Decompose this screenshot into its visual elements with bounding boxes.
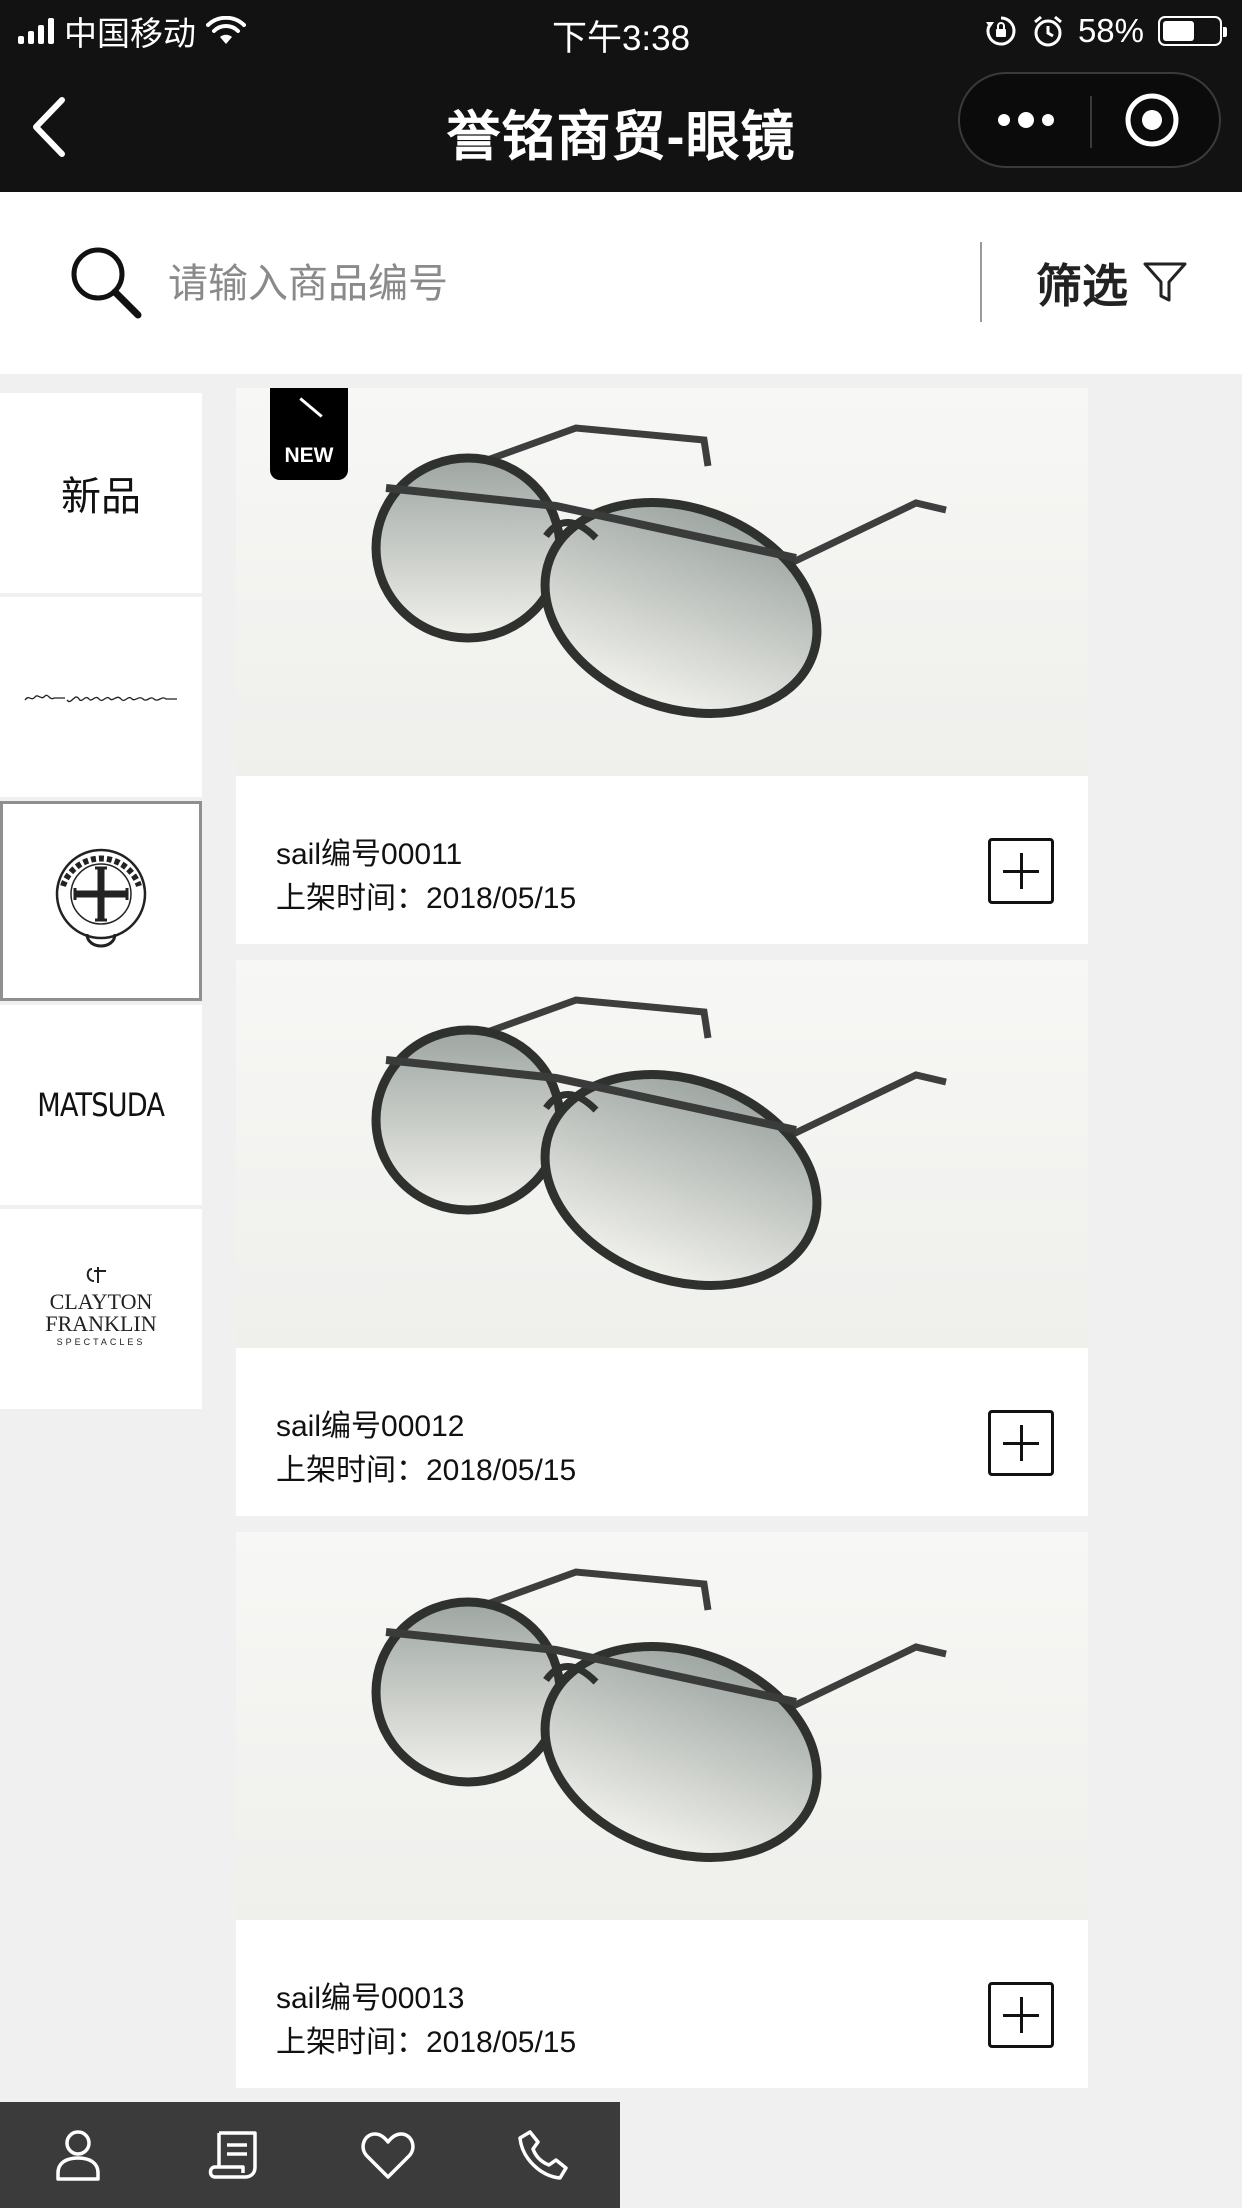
- product-info: sail编号00012 上架时间：2018/05/15: [276, 1405, 576, 1493]
- battery-icon: [1158, 16, 1227, 46]
- receipt-icon: [208, 2131, 257, 2179]
- product-code: sail编号00013: [276, 1982, 465, 2015]
- brand-sidebar: 新品 MATSUDA CLAYTON FRANKLIN SPECTACLES: [0, 393, 202, 1413]
- add-button[interactable]: [988, 1982, 1054, 2048]
- add-button[interactable]: [988, 1410, 1054, 1476]
- product-date: 上架时间：2018/05/15: [276, 882, 577, 915]
- sidebar-item-label: 新品: [61, 475, 141, 519]
- sidebar-item-matsuda[interactable]: MATSUDA: [0, 1005, 202, 1205]
- svg-text:SPECTACLES: SPECTACLES: [57, 1337, 146, 1347]
- search-divider: [980, 242, 982, 322]
- funnel-icon: [1143, 262, 1187, 302]
- italia-independent-logo: [24, 694, 177, 703]
- chrome-hearts-logo: [55, 848, 147, 948]
- more-dots-icon[interactable]: [960, 74, 1090, 166]
- new-badge: NEW: [270, 388, 348, 480]
- clayton-franklin-logo: CLAYTON FRANKLIN SPECTACLES: [45, 1267, 157, 1347]
- tab-favorites[interactable]: [310, 2102, 465, 2208]
- product-image[interactable]: [236, 1532, 1088, 1920]
- filter-button[interactable]: 筛选: [1036, 248, 1188, 318]
- miniprogram-close-icon[interactable]: [1092, 74, 1219, 166]
- product-list: NEW sail编号00011 上架时间：2018/05/15 sail编号00…: [236, 388, 1088, 2104]
- product-image[interactable]: NEW: [236, 388, 1088, 776]
- product-code: sail编号00012: [276, 1410, 465, 1443]
- svg-text:FRANKLIN: FRANKLIN: [45, 1311, 156, 1336]
- product-info: sail编号00011 上架时间：2018/05/15: [276, 833, 576, 921]
- tab-contact[interactable]: [465, 2102, 620, 2208]
- alarm-icon: [1033, 15, 1062, 47]
- search-input[interactable]: [168, 242, 968, 326]
- product-code: sail编号00011: [276, 838, 463, 871]
- product-date: 上架时间：2018/05/15: [276, 2026, 577, 2059]
- sidebar-item-chrome-hearts[interactable]: [0, 801, 202, 1001]
- sidebar-item-italia-independent[interactable]: [0, 597, 202, 797]
- status-right: 58%: [984, 12, 1227, 50]
- search-bar: 筛选: [0, 192, 1242, 374]
- sidebar-item-clayton-franklin[interactable]: CLAYTON FRANKLIN SPECTACLES: [0, 1209, 202, 1409]
- product-card[interactable]: sail编号00013 上架时间：2018/05/15: [236, 1532, 1088, 2088]
- filter-label: 筛选: [1036, 260, 1128, 312]
- bottom-tab-bar: [0, 2102, 620, 2208]
- product-card[interactable]: sail编号00012 上架时间：2018/05/15: [236, 960, 1088, 1516]
- battery-percent: 58%: [1077, 12, 1144, 49]
- product-card[interactable]: NEW sail编号00011 上架时间：2018/05/15: [236, 388, 1088, 944]
- nav-bar: 誉铭商贸-眼镜: [0, 62, 1242, 192]
- sidebar-item-new[interactable]: 新品: [0, 393, 202, 593]
- user-icon: [55, 2130, 100, 2181]
- search-icon: [71, 247, 142, 319]
- rotation-lock-icon: [985, 16, 1016, 46]
- tab-orders[interactable]: [155, 2102, 310, 2208]
- product-date: 上架时间：2018/05/15: [276, 1454, 577, 1487]
- sunglasses-image: [371, 996, 947, 1290]
- matsuda-logo: MATSUDA: [37, 1086, 166, 1124]
- new-badge-label: NEW: [284, 444, 334, 467]
- sunglasses-image: [371, 1568, 947, 1862]
- product-image[interactable]: [236, 960, 1088, 1348]
- phone-icon: [517, 2130, 568, 2180]
- sunglasses-image: [236, 388, 947, 718]
- status-bar: 中国移动 下午3:38 58%: [0, 0, 1242, 62]
- product-info: sail编号00013 上架时间：2018/05/15: [276, 1977, 576, 2065]
- tab-profile[interactable]: [0, 2102, 155, 2208]
- heart-icon: [360, 2132, 415, 2179]
- miniprogram-capsule: [958, 72, 1221, 168]
- add-button[interactable]: [988, 838, 1054, 904]
